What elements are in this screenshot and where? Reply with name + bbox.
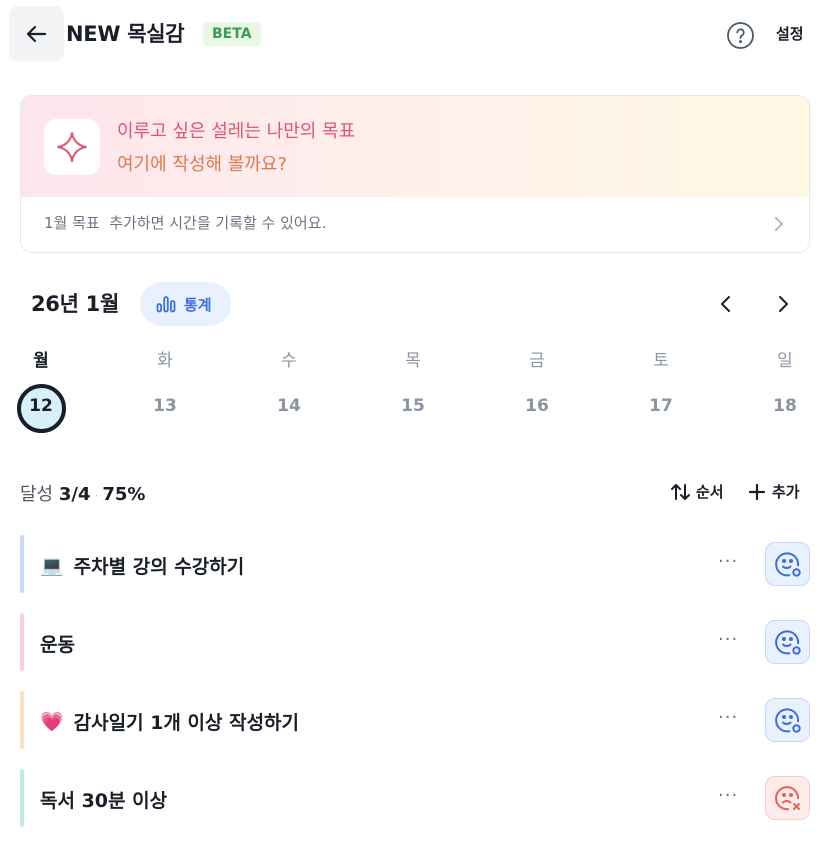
date-cell[interactable]: 14 [264,396,314,416]
smile-check-icon [774,708,801,733]
banner-header: 이루고 싶은 설레는 나만의 목표 여기에 작성해 볼까요? [21,96,809,197]
sort-arrows-icon [671,483,690,500]
question-circle-icon[interactable] [726,21,755,50]
settings-button[interactable]: 설정 [776,23,804,44]
date-cell-selected[interactable]: 12 [16,396,66,416]
goal-label: 💗 감사일기 1개 이상 작성하기 [40,708,299,735]
bar-chart-icon [156,296,176,313]
progress-summary: 달성 3/4 · 75% [20,480,145,506]
progress-percent: 75% [102,484,146,505]
date-cell[interactable]: 17 [636,396,686,416]
more-options-button[interactable]: ··· [718,551,738,572]
goal-item[interactable]: 독서 30분 이상 ··· [20,769,810,827]
goal-banner[interactable]: 이루고 싶은 설레는 나만의 목표 여기에 작성해 볼까요? 1월 목표 추가하… [20,95,810,253]
banner-title: 이루고 싶은 설레는 나만의 목표 [117,121,356,142]
weekday-thu: 목 [405,351,421,371]
stats-label: 통계 [184,295,212,314]
chevron-right-icon[interactable] [773,292,793,316]
app-header: NEW 목실감 BETA 설정 [0,0,827,66]
weekday-sun: 일 [777,351,793,371]
goal-title: 독서 30분 이상 [40,790,168,812]
goal-status-failed-button[interactable] [765,776,810,820]
weekday-fri: 금 [529,351,545,371]
add-goal-button[interactable]: 추가 [748,481,800,502]
goal-label: 💻 주차별 강의 수강하기 [40,552,244,579]
add-label: 추가 [772,483,800,501]
weekday-mon: 월 [33,351,49,371]
goal-item[interactable]: 💗 감사일기 1개 이상 작성하기 ··· [20,691,810,749]
date-cell[interactable]: 15 [388,396,438,416]
banner-icon-box [44,119,100,175]
beta-badge: BETA [203,22,261,46]
goal-title: 주차별 강의 수강하기 [73,556,245,578]
stats-button[interactable]: 통계 [140,282,231,326]
laptop-emoji-icon: 💻 [40,555,64,577]
goal-color-bar [20,613,24,671]
goal-color-bar [20,535,24,593]
weekday-sat: 토 [653,351,669,371]
goal-color-bar [20,769,24,827]
smile-check-icon [774,552,801,577]
goal-status-done-button[interactable] [765,620,810,664]
sad-x-icon [774,786,800,811]
goal-item[interactable]: 운동 ··· [20,613,810,671]
banner-footer[interactable]: 1월 목표 추가하면 시간을 기록할 수 있어요. [21,197,809,252]
sort-label: 순서 [696,483,724,501]
sparkle-icon [57,132,87,162]
month-label: 26년 1월 [31,292,119,316]
goal-title: 감사일기 1개 이상 작성하기 [73,712,300,734]
smile-check-icon [774,630,801,655]
arrow-left-icon [26,25,46,42]
goal-status-done-button[interactable] [765,698,810,742]
back-button[interactable] [9,6,64,61]
weekday-wed: 수 [281,351,297,371]
goal-color-bar [20,691,24,749]
goal-item[interactable]: 💻 주차별 강의 수강하기 ··· [20,535,810,593]
date-cell[interactable]: 18 [760,396,810,416]
banner-description: 1월 목표 추가하면 시간을 기록할 수 있어요. [44,214,327,232]
banner-subtitle: 여기에 작성해 볼까요? [117,154,288,175]
weekday-tue: 화 [157,351,173,371]
goal-label: 운동 [40,630,75,657]
more-options-button[interactable]: ··· [718,707,738,728]
heart-emoji-icon: 💗 [40,711,64,733]
sort-button[interactable]: 순서 [670,481,724,502]
date-cell[interactable]: 13 [140,396,190,416]
progress-count: 3/4 [58,484,91,505]
page-title: NEW 목실감 [66,22,185,46]
goal-label: 독서 30분 이상 [40,786,167,813]
chevron-right-icon [775,217,783,231]
goal-title: 운동 [40,634,75,656]
progress-label: 달성 [20,484,54,505]
plus-icon [748,483,766,500]
weekday-row: 월 화 수 목 금 토 일 [0,346,827,376]
date-row: 12 13 14 15 16 17 18 [0,392,827,422]
more-options-button[interactable]: ··· [718,629,738,650]
goal-status-done-button[interactable] [765,542,810,586]
more-options-button[interactable]: ··· [718,785,738,806]
chevron-left-icon[interactable] [716,292,736,316]
separator-dot: · [94,489,99,503]
date-cell[interactable]: 16 [512,396,562,416]
